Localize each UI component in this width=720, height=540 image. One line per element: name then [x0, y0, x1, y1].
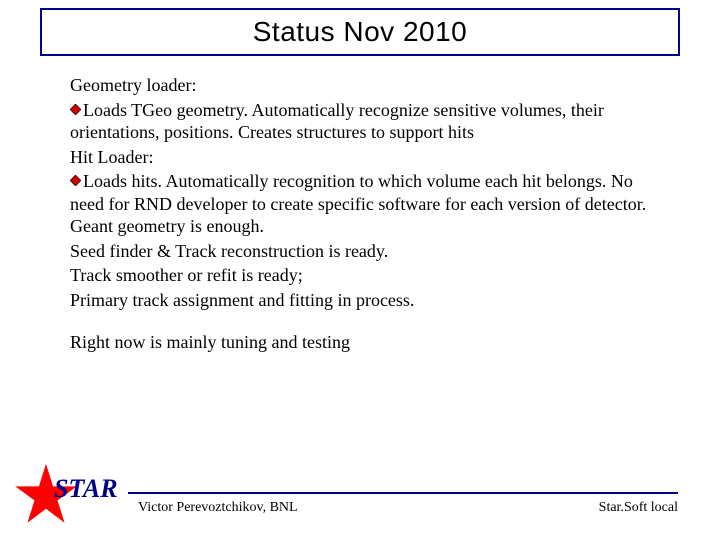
diamond-bullet-icon: [70, 104, 81, 115]
body-text: Geometry loader: Loads TGeo geometry. Au…: [70, 74, 670, 356]
line-primary-track: Primary track assignment and fitting in …: [70, 289, 670, 312]
line-geometry-loader: Geometry loader:: [70, 74, 670, 97]
star-logo-text: STAR: [54, 474, 118, 504]
line-tuning: Right now is mainly tuning and testing: [70, 331, 670, 354]
line-track-smoother: Track smoother or refit is ready;: [70, 264, 670, 287]
diamond-bullet-icon: [70, 175, 81, 186]
bullet-text-2: Loads hits. Automatically recognition to…: [70, 171, 646, 236]
bullet-item-1: Loads TGeo geometry. Automatically recog…: [70, 99, 670, 144]
footer-author: Victor Perevoztchikov, BNL: [138, 500, 298, 516]
slide: Status Nov 2010 Geometry loader: Loads T…: [0, 0, 720, 540]
bullet-item-2: Loads hits. Automatically recognition to…: [70, 170, 670, 238]
star-logo: STAR: [14, 462, 124, 532]
title-box: Status Nov 2010: [40, 8, 680, 56]
spacer: [70, 313, 670, 331]
line-seed-finder: Seed finder & Track reconstruction is re…: [70, 240, 670, 263]
line-hit-loader: Hit Loader:: [70, 146, 670, 169]
footer-context: Star.Soft local: [599, 500, 678, 516]
slide-title: Status Nov 2010: [253, 16, 468, 48]
bullet-text-1: Loads TGeo geometry. Automatically recog…: [70, 100, 604, 143]
footer-divider: [128, 492, 678, 494]
